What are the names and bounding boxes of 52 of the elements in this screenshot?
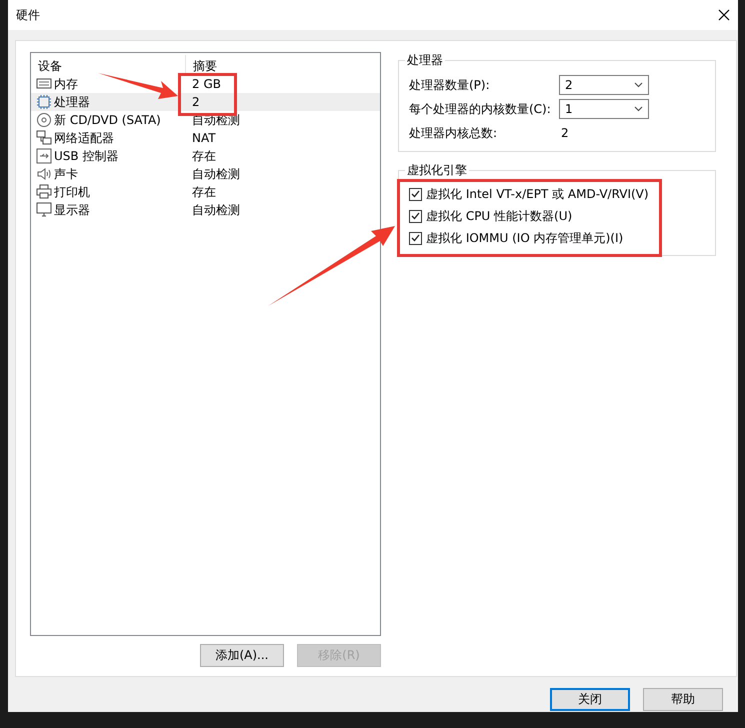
field-value: 2 [560,126,570,140]
checkbox[interactable] [409,232,422,244]
dialog-button[interactable]: 关闭 [550,688,630,711]
network-icon [36,130,52,146]
device-summary: 自动检测 [191,166,241,182]
monitor-icon [36,202,52,218]
group-title: 虚拟化引擎 [405,163,469,177]
device-row[interactable]: USB 控制器 存在 [31,147,380,165]
device-row[interactable]: 打印机 存在 [31,183,380,201]
device-row[interactable]: 网络适配器 NAT [31,129,380,147]
device-row[interactable]: 显示器 自动检测 [31,201,380,219]
device-row[interactable]: 声卡 自动检测 [31,165,380,183]
chevron-icon [634,82,643,88]
dropdown[interactable]: 2 [559,75,649,95]
device-summary: 2 [191,95,201,109]
dropdown[interactable]: 1 [559,99,649,119]
checkbox-label[interactable]: 虚拟化 IOMMU (IO 内存管理单元)(I) [426,230,624,246]
field-label: 处理器内核总数: [409,124,498,142]
chip-icon [36,94,52,110]
device-name: 网络适配器 [54,130,114,146]
list-button[interactable]: 添加(A)... [200,644,284,667]
column-header[interactable]: 摘要 [186,55,380,75]
device-name: 打印机 [54,184,90,200]
usb-icon [36,148,52,164]
annotation-box [178,73,237,116]
device-name: 新 CD/DVD (SATA) [54,112,161,128]
device-name: 内存 [54,76,78,92]
field-label: 每个处理器的内核数量(C): [409,100,552,118]
checkbox[interactable] [409,188,422,200]
device-summary: NAT [191,131,217,145]
disc-icon [36,112,52,128]
device-row[interactable]: 内存 2 GB [31,75,380,93]
printer-icon [36,184,52,200]
device-summary: 存在 [191,148,217,164]
device-summary: 自动检测 [191,202,241,218]
device-row[interactable]: 处理器 2 [31,93,380,111]
device-name: 显示器 [54,202,90,218]
device-name: USB 控制器 [54,148,118,164]
device-summary: 存在 [191,184,217,200]
speaker-icon [36,166,52,182]
device-name: 声卡 [54,166,78,182]
window-title: 硬件 [16,6,40,24]
device-summary: 2 GB [191,77,222,91]
group-title: 处理器 [405,53,445,67]
checkbox-label[interactable]: 虚拟化 CPU 性能计数器(U) [426,208,572,224]
dialog-button[interactable]: 帮助 [643,688,723,711]
checkbox[interactable] [409,210,422,222]
close-icon[interactable] [718,9,730,21]
field-label: 处理器数量(P): [409,76,491,94]
checkbox-label[interactable]: 虚拟化 Intel VT-x/EPT 或 AMD-V/RVI(V) [426,186,649,202]
device-name: 处理器 [54,94,90,110]
chevron-icon [634,106,643,112]
